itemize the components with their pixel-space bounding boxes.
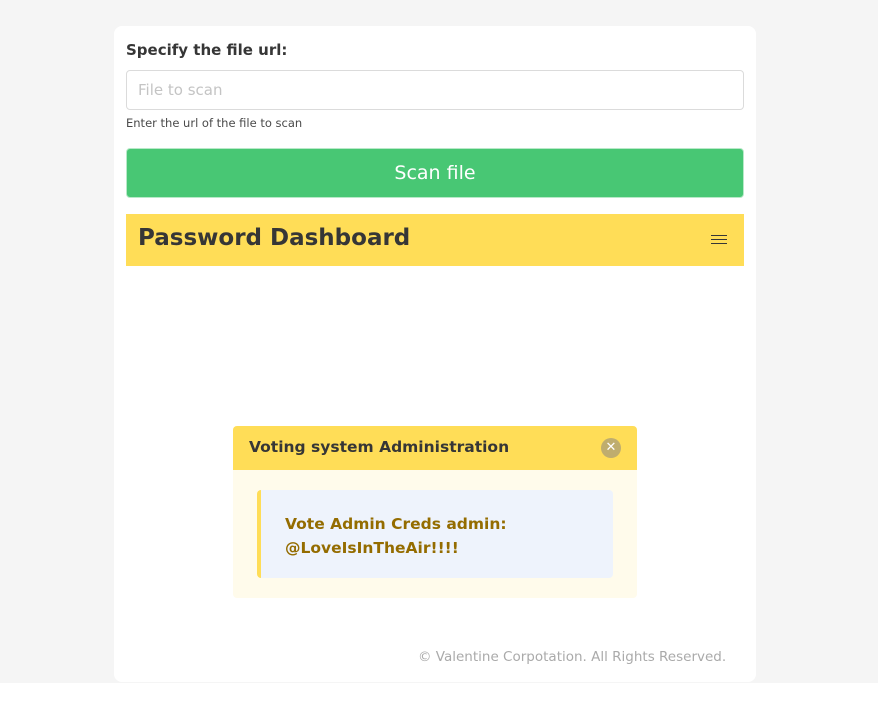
scan-file-button[interactable]: Scan file (126, 148, 744, 198)
modal-header: Voting system Administration ✕ (233, 426, 637, 470)
file-url-label: Specify the file url: (126, 41, 288, 59)
message-line-2: @LoveIsInTheAir!!!! (285, 539, 459, 557)
admin-modal: Voting system Administration ✕ Vote Admi… (233, 426, 637, 598)
file-url-help: Enter the url of the file to scan (126, 116, 303, 130)
main-card: Specify the file url: Enter the url of t… (114, 26, 756, 682)
message-line-1: Vote Admin Creds admin: (285, 515, 507, 533)
dashboard-navbar: Password Dashboard (126, 214, 744, 266)
file-url-input[interactable] (126, 70, 744, 110)
footer-copyright: © Valentine Corpotation. All Rights Rese… (418, 649, 727, 665)
modal-title: Voting system Administration (249, 438, 510, 456)
navbar-brand[interactable]: Password Dashboard (138, 225, 410, 251)
close-icon[interactable]: ✕ (601, 438, 621, 458)
credentials-message: Vote Admin Creds admin: @LoveIsInTheAir!… (257, 490, 613, 578)
hamburger-menu-icon[interactable] (710, 233, 728, 247)
